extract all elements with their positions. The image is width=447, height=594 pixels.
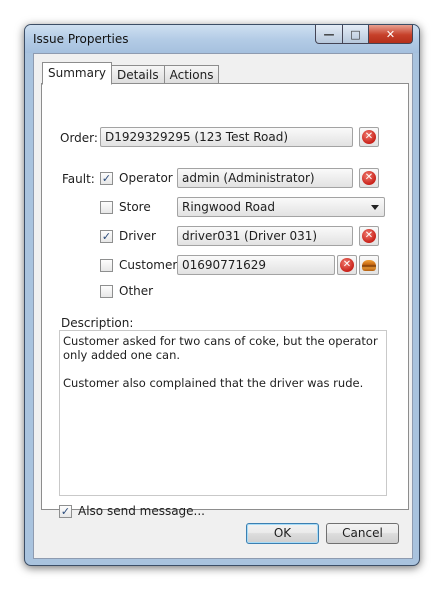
operator-checkbox[interactable]: ✓ [100, 172, 113, 185]
customer-field[interactable]: 01690771629 [177, 255, 335, 275]
ok-button[interactable]: OK [246, 523, 319, 544]
operator-field[interactable]: admin (Administrator) [177, 168, 353, 188]
clear-x-icon: ✕ [362, 171, 376, 185]
tab-details[interactable]: Details [111, 65, 165, 84]
operator-label: Operator [119, 171, 173, 185]
maximize-button[interactable]: □ [343, 25, 369, 44]
minimize-button[interactable]: — [315, 25, 343, 44]
also-send-label: Also send message... [78, 504, 205, 518]
customer-lookup-button[interactable] [359, 255, 379, 275]
cancel-button[interactable]: Cancel [326, 523, 399, 544]
driver-label: Driver [119, 229, 156, 243]
other-label: Other [119, 284, 154, 298]
title-bar[interactable]: Issue Properties — □ ✕ [25, 25, 419, 53]
driver-checkbox[interactable]: ✓ [100, 230, 113, 243]
operator-clear-button[interactable]: ✕ [359, 168, 379, 188]
description-label: Description: [61, 316, 134, 330]
fault-label: Fault: [62, 172, 95, 186]
window-title: Issue Properties [33, 32, 129, 46]
maximize-icon: □ [350, 27, 361, 41]
clear-x-icon: ✕ [362, 229, 376, 243]
minimize-icon: — [323, 27, 335, 41]
dialog-client: Summary Details Actions Order: D19293292… [33, 53, 413, 559]
driver-field[interactable]: driver031 (Driver 031) [177, 226, 353, 246]
tab-actions[interactable]: Actions [163, 65, 220, 84]
store-checkbox[interactable] [100, 201, 113, 214]
chevron-down-icon [371, 205, 379, 210]
description-textarea[interactable]: Customer asked for two cans of coke, but… [59, 330, 387, 496]
customer-label: Customer [119, 258, 178, 272]
driver-clear-button[interactable]: ✕ [359, 226, 379, 246]
close-button[interactable]: ✕ [369, 25, 413, 44]
order-label: Order: [60, 131, 98, 145]
store-label: Store [119, 200, 151, 214]
burger-icon [362, 259, 376, 271]
summary-panel: Order: D1929329295 (123 Test Road) ✕ Fau… [41, 83, 409, 518]
tab-strip: Summary Details Actions [42, 62, 220, 85]
other-checkbox[interactable] [100, 285, 113, 298]
issue-properties-window: Issue Properties — □ ✕ Summary Details A… [24, 24, 420, 566]
close-icon: ✕ [385, 27, 396, 41]
customer-clear-button[interactable]: ✕ [337, 255, 357, 275]
store-select[interactable]: Ringwood Road [177, 197, 385, 217]
window-controls: — □ ✕ [315, 25, 413, 44]
order-field[interactable]: D1929329295 (123 Test Road) [100, 127, 353, 147]
also-send-checkbox[interactable]: ✓ [59, 505, 72, 518]
customer-checkbox[interactable] [100, 259, 113, 272]
clear-x-icon: ✕ [362, 130, 376, 144]
store-select-value: Ringwood Road [182, 200, 275, 214]
clear-x-icon: ✕ [340, 258, 354, 272]
tab-summary[interactable]: Summary [42, 62, 112, 85]
order-clear-button[interactable]: ✕ [359, 127, 379, 147]
